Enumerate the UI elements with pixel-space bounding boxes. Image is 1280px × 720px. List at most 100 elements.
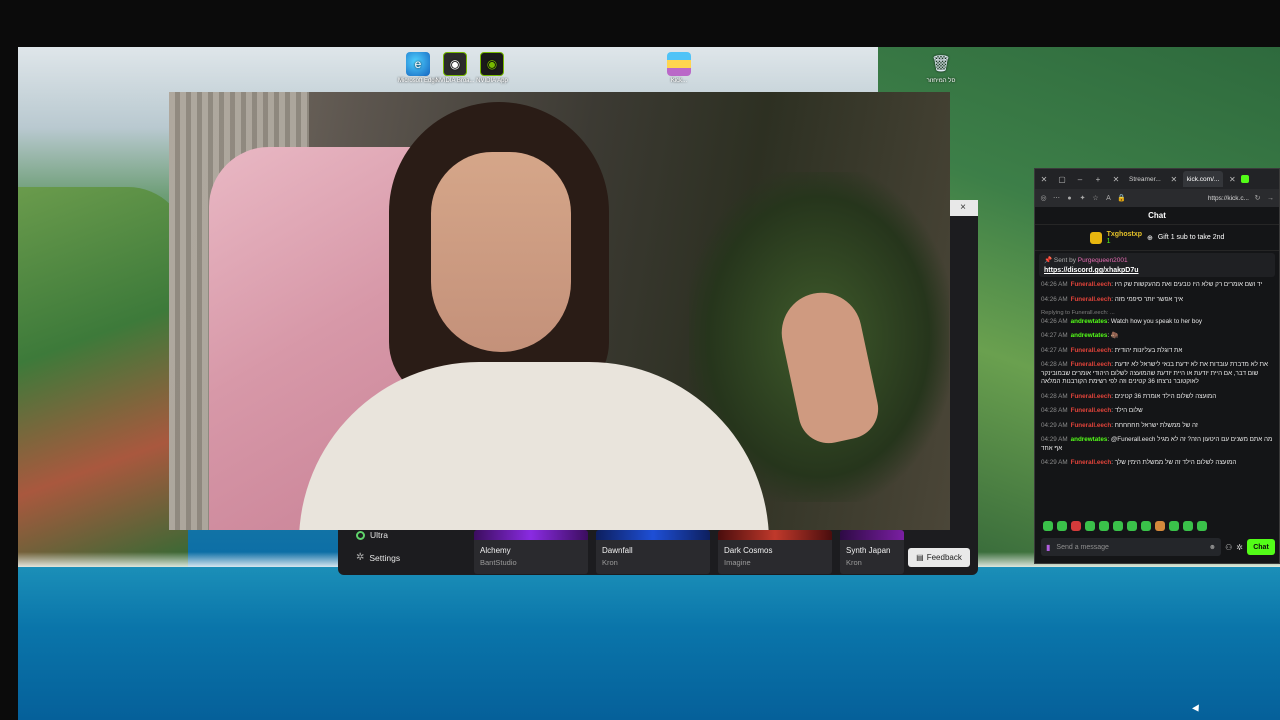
chat-message-input[interactable]: ▮ Send a message ☻: [1041, 538, 1222, 556]
message-user[interactable]: andrewtates: [1071, 332, 1108, 339]
pin-icon: 📌: [1044, 257, 1053, 264]
more-icon[interactable]: ⋯: [1052, 194, 1061, 202]
pinned-message[interactable]: 📌 Sent by Purgequeen2001 https://discord…: [1039, 253, 1275, 277]
chat-composer: ▮ Send a message ☻ ⚇ ✲ Chat: [1041, 537, 1275, 557]
screen: e Microsoft Edge ◉ NVIDIA Broa... ◉ NVID…: [0, 0, 1280, 720]
emote-icon[interactable]: [1057, 521, 1067, 531]
gift-leaderboard[interactable]: Txghostxp 1 ⊕ Gift 1 sub to take 2nd: [1035, 225, 1279, 251]
emote-icon[interactable]: [1197, 521, 1207, 531]
microphone-icon[interactable]: ▮: [1046, 543, 1050, 552]
message-time: 04:29 AM: [1041, 436, 1068, 444]
favorite-icon[interactable]: ☆: [1091, 194, 1100, 202]
tab-streamer[interactable]: Streamer...: [1125, 171, 1165, 187]
message-user[interactable]: Funerall.eech: [1071, 347, 1112, 354]
track-artwork: [840, 530, 904, 540]
kick-app-icon: [667, 52, 691, 76]
reload-icon[interactable]: ↻: [1253, 194, 1262, 202]
chat-send-button[interactable]: Chat: [1247, 539, 1275, 555]
webcam-person-face: [431, 152, 571, 352]
nvidia-app-icon: ◉: [480, 52, 504, 76]
emote-icon[interactable]: [1155, 521, 1165, 531]
pinned-link[interactable]: https://discord.gg/xhakpD7u: [1044, 267, 1270, 274]
pinned-sent-by: Sent by: [1053, 257, 1076, 264]
chat-message: 04:29 AM Funerall.eech: המועצה לשלום הילד…: [1041, 459, 1237, 467]
restore-window-icon[interactable]: ▢: [1053, 175, 1071, 184]
sidebar-item-label: Settings: [369, 552, 401, 563]
wallpaper-cliff-left: [18, 187, 188, 567]
track-artwork: [596, 530, 710, 540]
read-aloud-icon[interactable]: A: [1104, 195, 1113, 202]
message-time: 04:28 AM: [1041, 361, 1068, 369]
emote-icon[interactable]: [1071, 521, 1081, 531]
track-card-dark-cosmos[interactable]: Dark Cosmos Imagine: [718, 530, 832, 574]
track-card-dawnfall[interactable]: Dawnfall Kron: [596, 530, 710, 574]
sidebar-item-label: Ultra: [370, 530, 388, 540]
message-user[interactable]: andrewtates: [1071, 436, 1108, 443]
minimize-window-icon[interactable]: –: [1071, 175, 1089, 184]
speech-bubble-icon: ▤: [916, 553, 924, 562]
extensions-icon[interactable]: ✦: [1078, 194, 1087, 202]
close-window-icon[interactable]: ✕: [1035, 175, 1053, 184]
emote-icon[interactable]: [1183, 521, 1193, 531]
emote-icon[interactable]: [1085, 521, 1095, 531]
music-sidebar-item-settings[interactable]: ✲ Settings: [356, 552, 400, 563]
message-text: זה של ממשלת ישראל חחחחחח: [1114, 421, 1198, 429]
message-user[interactable]: Funerall.eech: [1071, 393, 1112, 400]
chat-message: 04:28 AM Funerall.eech: המועצה לשלום הילד…: [1041, 392, 1217, 400]
tab-close-icon[interactable]: ✕: [1223, 175, 1241, 184]
track-card-synth-japan[interactable]: Synth Japan Kron: [840, 530, 904, 574]
chat-message: 04:29 AM Funerall.eech: זה של ממשלת ישראל…: [1041, 421, 1198, 429]
tab-label: Streamer...: [1129, 175, 1161, 183]
tab-kick[interactable]: kick.com/...: [1182, 171, 1224, 187]
emote-icon[interactable]: [1113, 521, 1123, 531]
message-text: יד ושם אומרים רק שלא היו טבעים ואת מהעקש…: [1114, 281, 1263, 288]
chat-message: 04:29 AM andrewtates: @Funerall.eech מה א…: [1041, 436, 1273, 452]
message-time: 04:27 AM: [1041, 332, 1068, 340]
music-sidebar-item-ultra[interactable]: Ultra: [356, 530, 388, 540]
tab-close-icon[interactable]: ✕: [1165, 175, 1183, 184]
chat-browser-window: ✕ ▢ – + ✕ Streamer... ✕ kick.com/... ✕ ◎…: [1034, 168, 1280, 564]
tab-close-icon[interactable]: ✕: [1107, 175, 1125, 184]
emoji-icon[interactable]: ☻: [1209, 544, 1216, 551]
message-user[interactable]: Funerall.eech: [1071, 459, 1112, 466]
emote-icon[interactable]: [1127, 521, 1137, 531]
chat-message-list: 04:26 AM Funerall.eech: יד ושם אומרים רק …: [1035, 279, 1279, 476]
url-text[interactable]: https://kick.c...: [1130, 195, 1249, 202]
desktop-icon-recycle-bin[interactable]: 🗑 סל המיחזור: [919, 52, 963, 84]
lock-icon: 🔒: [1117, 195, 1126, 202]
message-user[interactable]: Funerall.eech: [1071, 281, 1112, 288]
message-user[interactable]: andrewtates: [1071, 318, 1108, 325]
emote-icon[interactable]: [1043, 521, 1053, 531]
message-user[interactable]: Funerall.eech: [1071, 296, 1112, 303]
desktop-icon-kick-app[interactable]: Kick...: [657, 52, 701, 84]
track-card-alchemy[interactable]: Alchemy BantStudio: [474, 530, 588, 574]
emote-icon[interactable]: [1099, 521, 1109, 531]
new-tab-icon[interactable]: +: [1089, 175, 1107, 184]
chat-input-placeholder: Send a message: [1056, 543, 1109, 551]
message-text: Watch how you speak to her boy: [1110, 317, 1202, 325]
feedback-button[interactable]: ▤ Feedback: [908, 548, 970, 567]
message-user[interactable]: Funerall.eech: [1071, 422, 1112, 429]
message-user[interactable]: Funerall.eech: [1071, 361, 1112, 368]
message-user[interactable]: Funerall.eech: [1071, 407, 1112, 414]
chat-title: Chat: [1035, 207, 1279, 225]
feedback-label: Feedback: [926, 553, 962, 562]
settings-icon[interactable]: ✲: [1236, 543, 1243, 552]
chat-message: 04:26 AM Funerall.eech: יד ושם אומרים רק …: [1041, 281, 1263, 288]
track-name: Dark Cosmos: [724, 546, 773, 555]
chat-message: Replying to Funerall.eech: ... 04:26 AM a…: [1041, 310, 1273, 326]
emote-icon[interactable]: [1141, 521, 1151, 531]
desktop-icon-nvidia-app[interactable]: ◉ NVIDIA App: [470, 52, 514, 84]
message-text: שלום הילד: [1114, 407, 1143, 415]
points-icon[interactable]: ⚇: [1225, 543, 1232, 552]
avatar-icon[interactable]: ●: [1065, 195, 1074, 202]
quick-emote-bar: [1043, 521, 1207, 531]
chat-message: 04:28 AM Funerall.eech: את לא מדברת עובדו…: [1041, 361, 1268, 386]
back-icon[interactable]: →: [1266, 195, 1275, 202]
music-app-close-button[interactable]: ×: [948, 200, 978, 216]
track-artist: Imagine: [724, 558, 751, 567]
kick-logo-icon: [1241, 175, 1250, 183]
desktop-icon-label: Kick...: [670, 78, 688, 84]
emote-icon[interactable]: [1169, 521, 1179, 531]
browser-tab-bar: ✕ ▢ – + ✕ Streamer... ✕ kick.com/... ✕: [1035, 169, 1279, 189]
